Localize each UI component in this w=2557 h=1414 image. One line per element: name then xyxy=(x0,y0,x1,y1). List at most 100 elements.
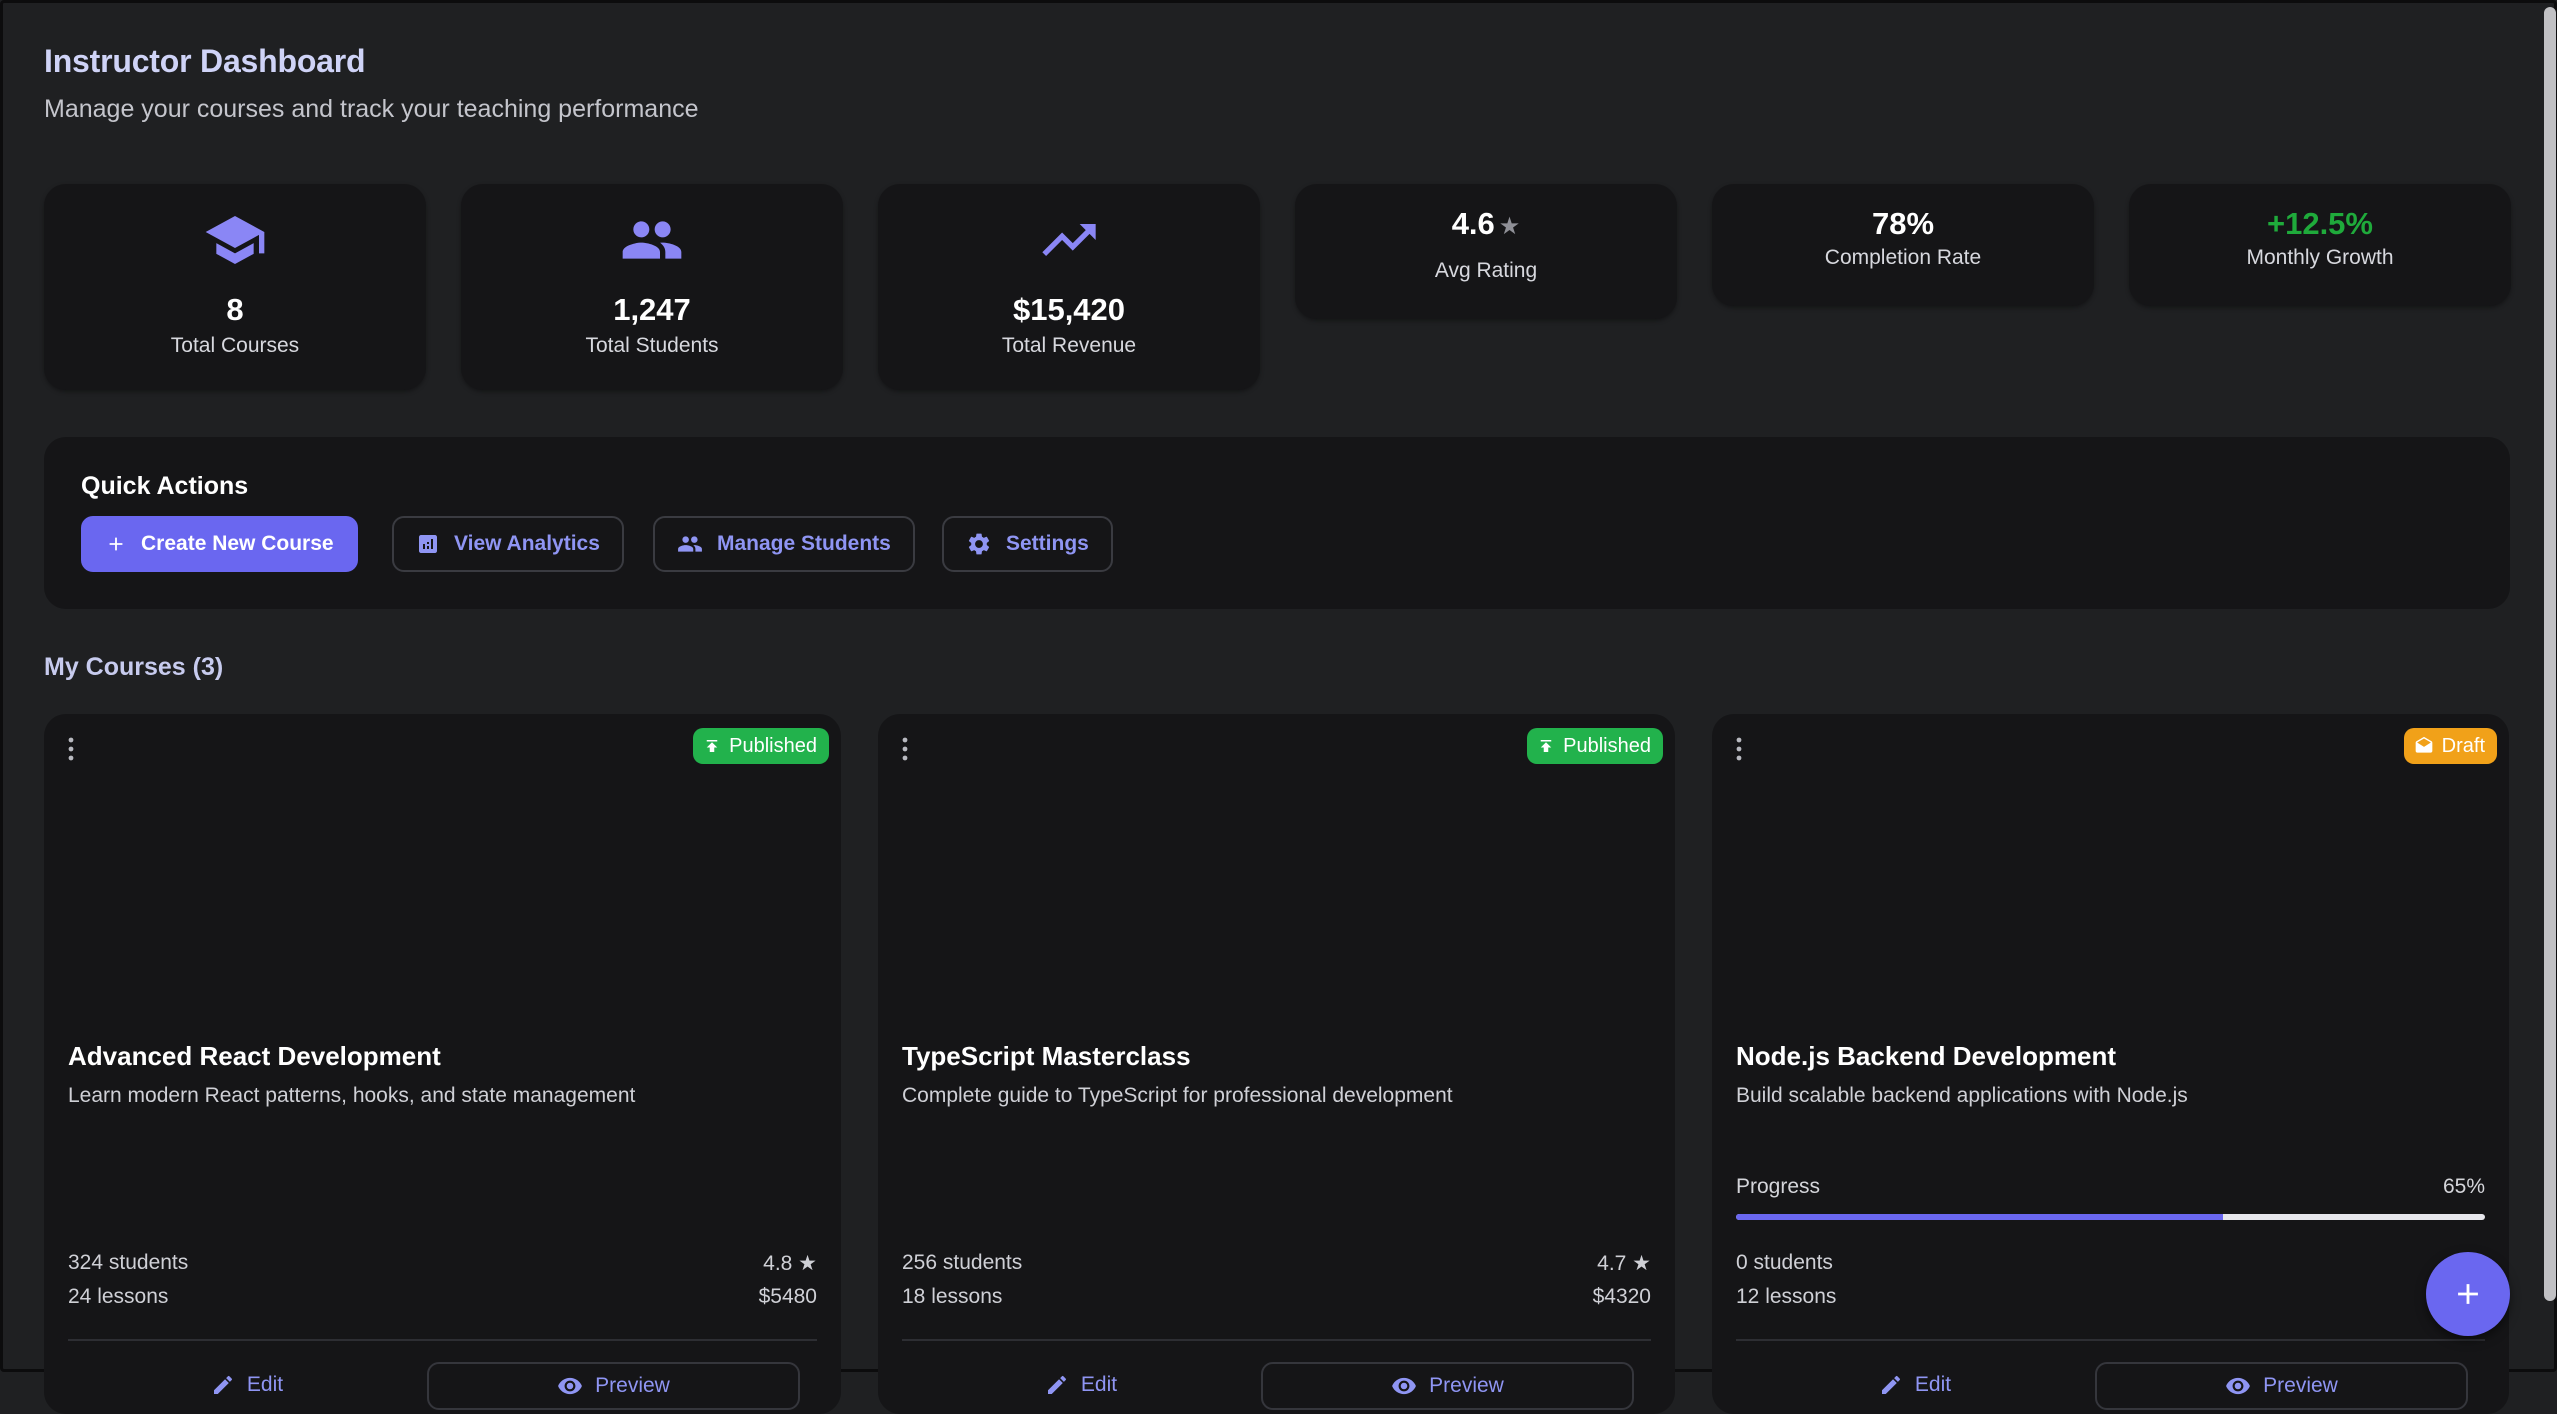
course-description: Complete guide to TypeScript for profess… xyxy=(902,1084,1453,1107)
status-label: Draft xyxy=(2441,734,2485,757)
view-analytics-button[interactable]: View Analytics xyxy=(392,516,624,572)
stat-value: 78% xyxy=(1871,206,1935,241)
stat-label: Avg Rating xyxy=(1434,259,1538,282)
pencil-icon xyxy=(1881,1375,1900,1394)
progress-bar-fill xyxy=(1736,1214,2223,1220)
course-description: Build scalable backend applications with… xyxy=(1736,1084,2188,1107)
stat-value: 4.6 ★ xyxy=(1295,204,1677,247)
progress-label: Progress xyxy=(1736,1175,1821,1198)
button-label: Preview xyxy=(1429,1374,1504,1397)
course-lessons: 18 lessons xyxy=(902,1285,1003,1308)
more-vertical-icon[interactable] xyxy=(900,736,910,762)
page-title: Instructor Dashboard xyxy=(44,43,366,79)
course-revenue: $4320 xyxy=(1592,1285,1651,1308)
stat-card-total-revenue: $15,420 Total Revenue xyxy=(878,184,1260,390)
stat-value: +12.5% xyxy=(2266,206,2373,241)
divider xyxy=(1736,1339,2485,1341)
page-subtitle: Manage your courses and track your teach… xyxy=(44,95,699,123)
analytics-icon xyxy=(419,535,437,553)
course-description: Learn modern React patterns, hooks, and … xyxy=(68,1084,636,1107)
course-title: Node.js Backend Development xyxy=(1736,1041,2116,1071)
course-title: TypeScript Masterclass xyxy=(902,1041,1191,1071)
course-lessons: 12 lessons xyxy=(1736,1285,1837,1308)
people-icon xyxy=(678,536,702,552)
dashboard-content: Instructor Dashboard Manage your courses… xyxy=(44,39,2511,1414)
stat-card-total-courses: 8 Total Courses xyxy=(44,184,426,390)
course-rating: 4.7 ★ xyxy=(1597,1252,1651,1275)
stat-label: Total Revenue xyxy=(1001,334,1137,357)
more-vertical-icon[interactable] xyxy=(1734,736,1744,762)
course-title: Advanced React Development xyxy=(68,1041,441,1071)
button-label: Preview xyxy=(595,1374,670,1397)
course-rating: 4.8 ★ xyxy=(763,1252,817,1275)
course-students: 324 students xyxy=(68,1251,189,1274)
stat-card-total-students: 1,247 Total Students xyxy=(461,184,843,390)
people-icon xyxy=(622,221,682,259)
button-label: Preview xyxy=(2263,1374,2338,1397)
manage-students-button[interactable]: Manage Students xyxy=(653,516,915,572)
app-window: Instructor Dashboard Manage your courses… xyxy=(0,0,2557,1414)
course-card: Published Advanced React Development Lea… xyxy=(44,714,841,1414)
eye-icon xyxy=(558,1377,583,1395)
course-students: 256 students xyxy=(902,1251,1023,1274)
progress-value: 65% xyxy=(2442,1175,2485,1198)
status-badge: Published xyxy=(693,728,829,764)
edit-button[interactable]: Edit xyxy=(902,1362,1260,1408)
button-label: Edit xyxy=(1080,1373,1118,1396)
publish-icon xyxy=(706,740,718,752)
add-course-fab[interactable] xyxy=(2426,1252,2510,1336)
button-label: Edit xyxy=(1914,1373,1952,1396)
plus-icon xyxy=(109,537,123,551)
gear-icon xyxy=(968,533,990,555)
button-label: Edit xyxy=(246,1373,284,1396)
status-label: Published xyxy=(1563,734,1651,757)
my-courses-title: My Courses (3) xyxy=(44,653,224,681)
stat-card-avg-rating: 4.6 ★ Avg Rating xyxy=(1295,184,1677,319)
divider xyxy=(68,1339,817,1341)
course-lessons: 24 lessons xyxy=(68,1285,169,1308)
button-label: Settings xyxy=(1006,532,1089,555)
stat-label: Monthly Growth xyxy=(2246,246,2394,269)
edit-button[interactable]: Edit xyxy=(1736,1362,2094,1408)
rating-value: 4.6 xyxy=(1451,206,1495,241)
button-label: Create New Course xyxy=(141,532,334,555)
create-new-course-button[interactable]: Create New Course xyxy=(81,516,358,572)
stat-card-monthly-growth: +12.5% Monthly Growth xyxy=(2129,184,2511,306)
quick-actions-title: Quick Actions xyxy=(81,472,249,500)
progress-bar xyxy=(1736,1214,2485,1220)
status-badge: Draft xyxy=(2403,728,2497,764)
edit-button[interactable]: Edit xyxy=(68,1362,426,1408)
trending-up-icon xyxy=(1042,224,1096,256)
status-badge: Published xyxy=(1527,728,1663,764)
course-students: 0 students xyxy=(1736,1251,1833,1274)
stat-card-completion-rate: 78% Completion Rate xyxy=(1712,184,2094,306)
more-vertical-icon[interactable] xyxy=(66,736,76,762)
preview-button[interactable]: Preview xyxy=(1261,1362,1634,1410)
button-label: Manage Students xyxy=(717,532,891,555)
stat-value: $15,420 xyxy=(1012,292,1126,327)
eye-icon xyxy=(2226,1377,2251,1395)
pencil-icon xyxy=(1047,1375,1066,1394)
divider xyxy=(902,1339,1651,1341)
status-label: Published xyxy=(729,734,817,757)
button-label: View Analytics xyxy=(454,532,600,555)
plus-icon xyxy=(2458,1284,2478,1304)
star-icon: ★ xyxy=(1498,213,1521,240)
stat-label: Total Courses xyxy=(170,334,300,357)
course-card: Published TypeScript Masterclass Complet… xyxy=(878,714,1675,1414)
preview-button[interactable]: Preview xyxy=(427,1362,800,1410)
stat-value: 1,247 xyxy=(613,292,691,327)
stat-value: 8 xyxy=(226,292,244,327)
course-revenue: $5480 xyxy=(758,1285,817,1308)
stat-label: Completion Rate xyxy=(1824,246,1982,269)
settings-button[interactable]: Settings xyxy=(942,516,1113,572)
quick-actions-panel: Quick Actions Create New Course View Ana… xyxy=(44,437,2510,609)
stat-label: Total Students xyxy=(585,334,719,357)
stats-row: 8 Total Courses 1,247 Total Students $15… xyxy=(44,184,2511,429)
pencil-icon xyxy=(213,1375,232,1394)
preview-button[interactable]: Preview xyxy=(2095,1362,2468,1410)
graduation-cap-icon xyxy=(205,216,265,264)
publish-icon xyxy=(1540,740,1552,752)
drafts-icon xyxy=(2415,736,2432,753)
scrollbar[interactable] xyxy=(2544,7,2556,1301)
